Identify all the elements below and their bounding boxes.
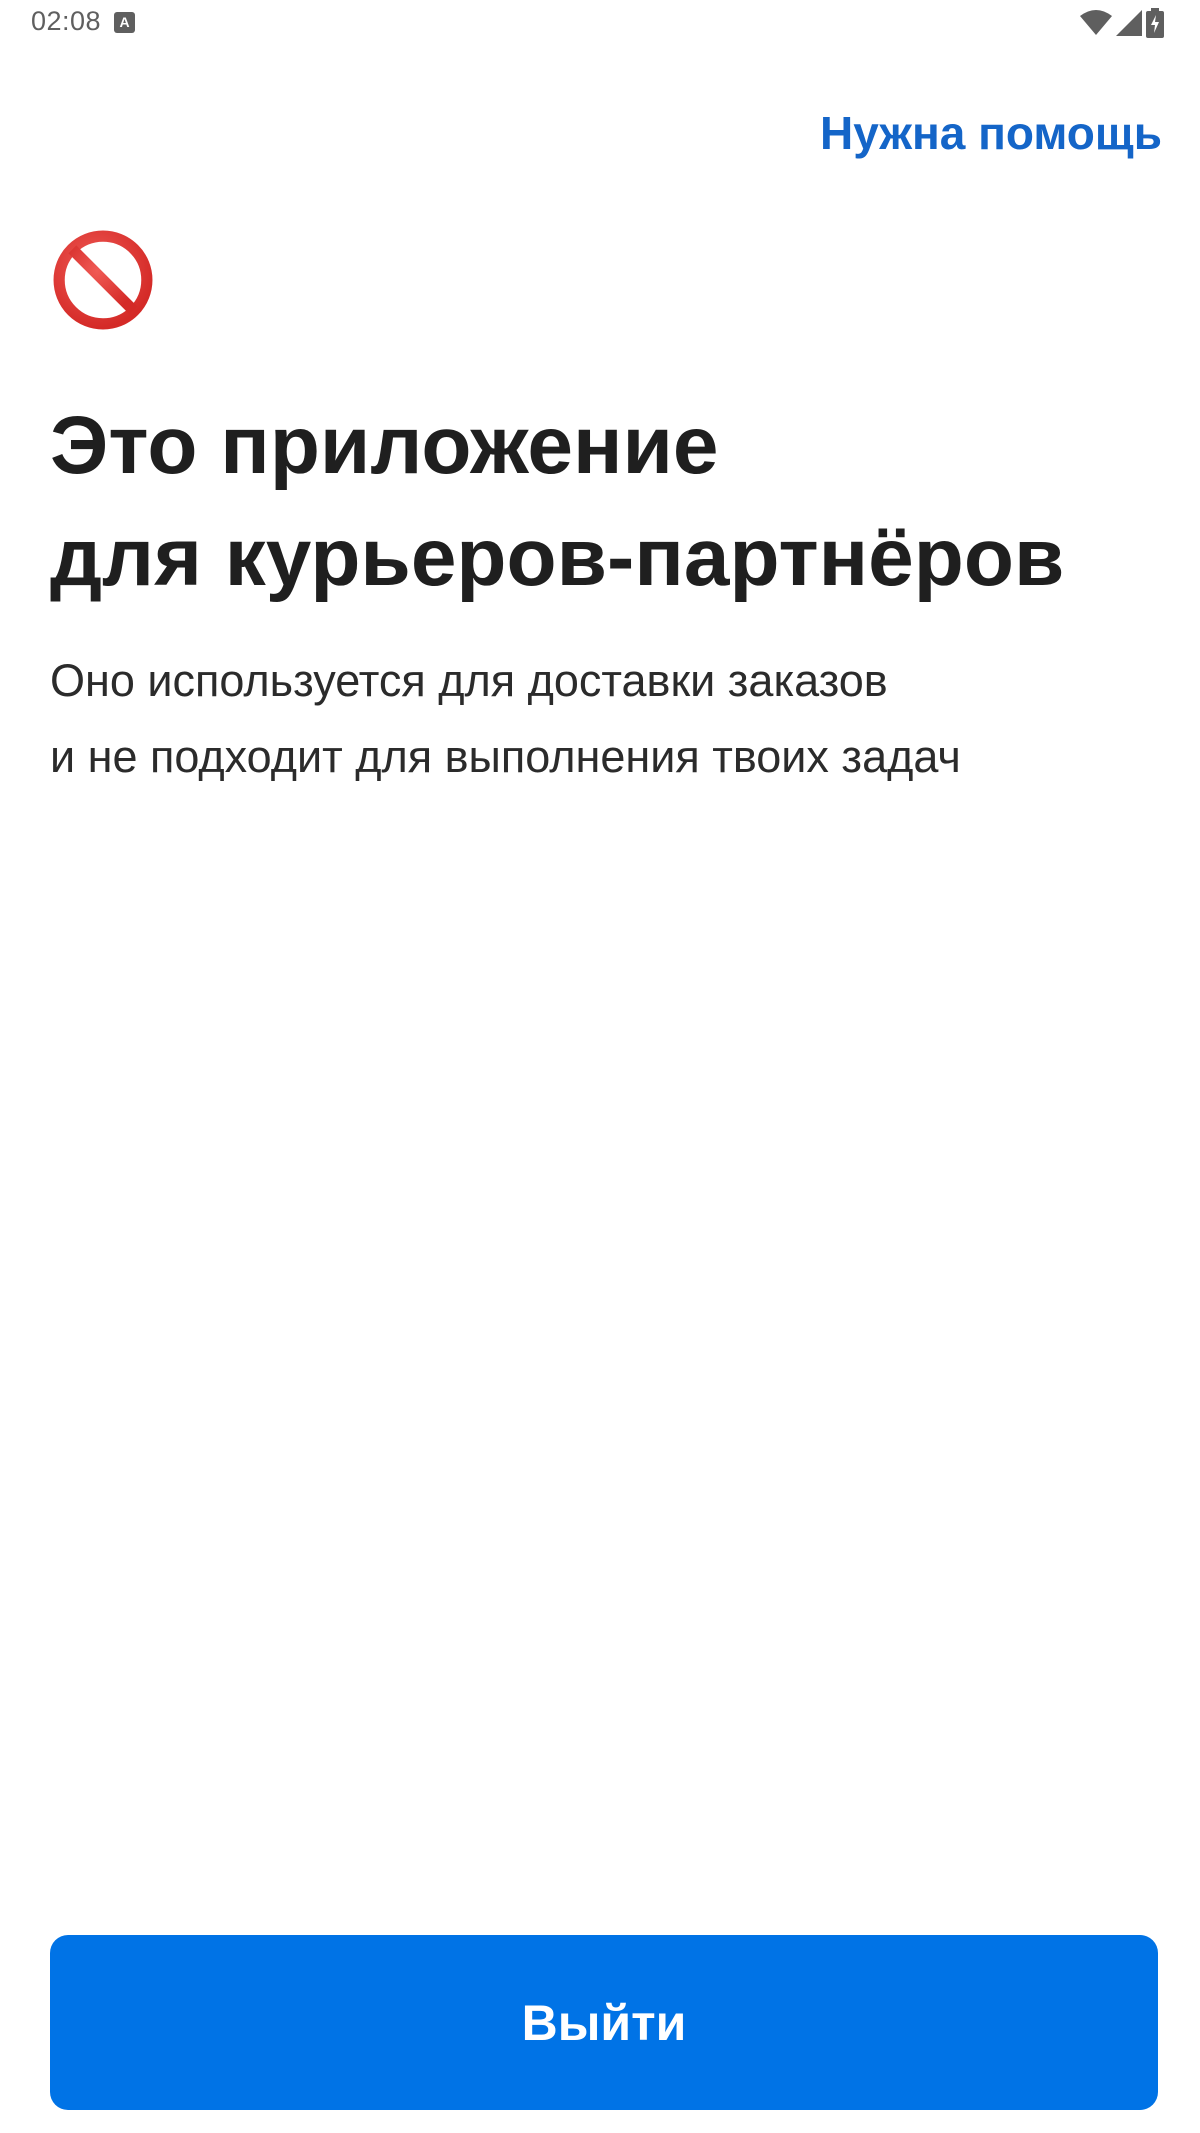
cellular-signal-icon [1116,10,1142,36]
status-time: 02:08 [31,6,102,36]
exit-button[interactable]: Выйти [50,1935,1158,2110]
status-icons [1080,8,1164,38]
prohibited-icon [53,230,153,330]
description-line-2: и не подходит для выполнения твоих задач [50,731,961,782]
description-line-1: Оно используется для доставки заказов [50,655,888,706]
title-line-1: Это приложение [50,400,719,491]
status-bar: 02:08 A [0,0,1200,46]
page-title: Это приложение для курьеров-партнёров [50,390,1150,614]
help-link[interactable]: Нужна помощь [820,106,1162,160]
battery-charging-icon [1146,8,1164,38]
wifi-icon [1080,10,1112,35]
page-description: Оно используется для доставки заказов и … [50,643,1160,795]
notification-app-icon: A [114,12,135,33]
title-line-2: для курьеров-партнёров [50,512,1065,603]
